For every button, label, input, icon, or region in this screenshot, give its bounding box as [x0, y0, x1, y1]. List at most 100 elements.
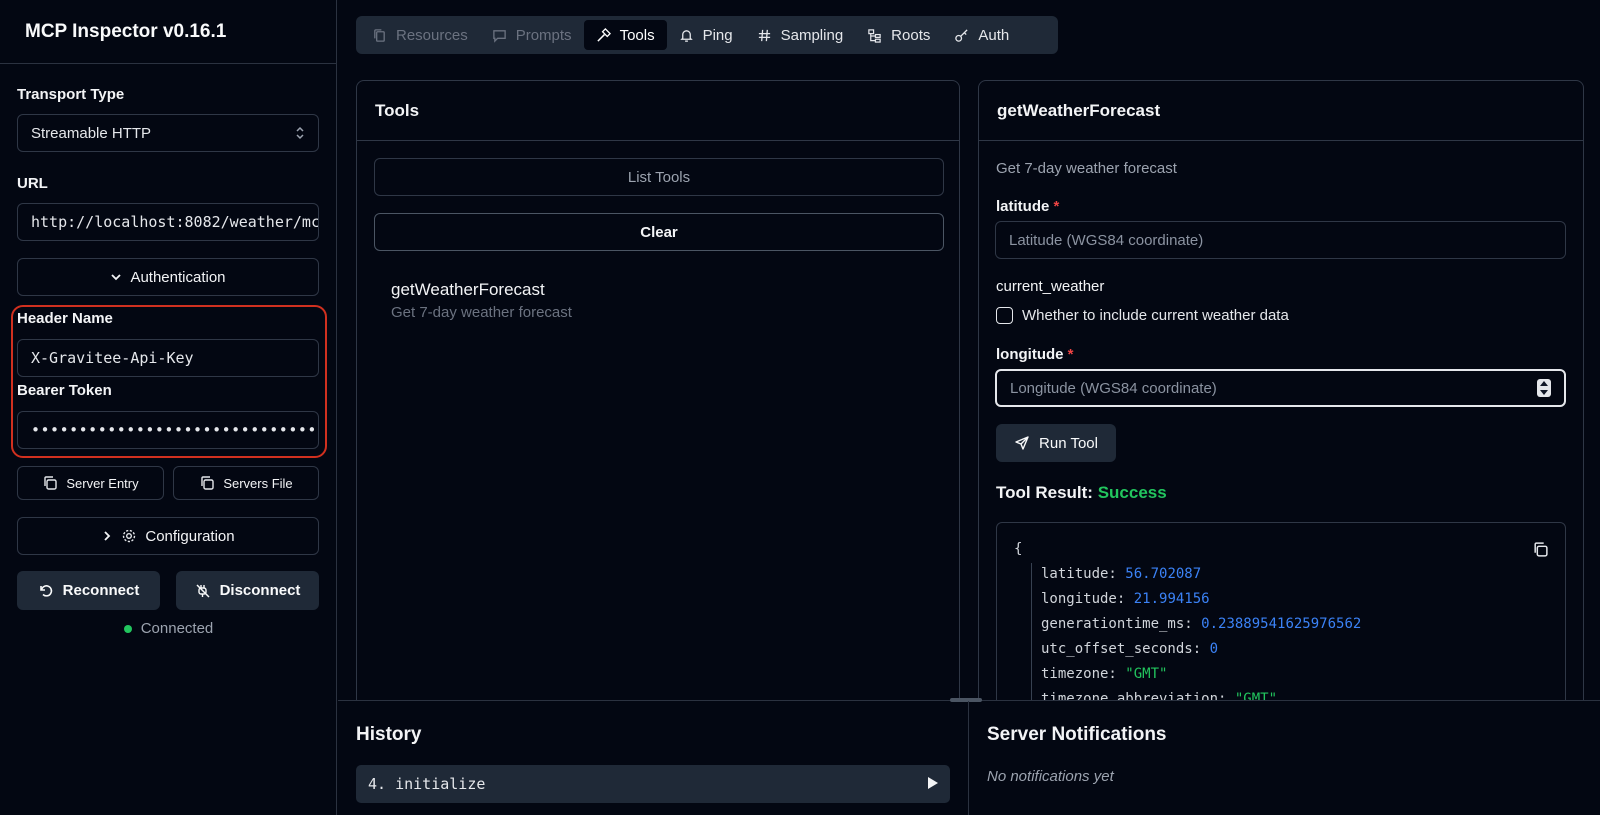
- rotate-ccw-icon: [38, 583, 54, 599]
- unplug-icon: [195, 583, 211, 599]
- transport-type-value: Streamable HTTP: [31, 124, 152, 142]
- latitude-required-mark: *: [1053, 198, 1060, 215]
- files-icon: [372, 28, 387, 43]
- json-line-utc-offset: utc_offset_seconds: 0: [1041, 641, 1218, 657]
- latitude-label: latitude *: [996, 198, 1059, 215]
- clear-label: Clear: [640, 223, 678, 241]
- copy-icon: [42, 475, 58, 491]
- tool-result-heading: Tool Result: Success: [996, 483, 1167, 503]
- notifications-empty-message: No notifications yet: [987, 768, 1114, 785]
- connection-status-label: Connected: [140, 620, 214, 637]
- tool-detail-description: Get 7-day weather forecast: [996, 160, 1177, 177]
- url-label: URL: [17, 175, 48, 192]
- tab-tools-label: Tools: [619, 26, 655, 44]
- key-icon: [954, 28, 969, 43]
- tab-tools[interactable]: Tools: [583, 20, 667, 50]
- list-tools-button[interactable]: List Tools: [374, 158, 944, 196]
- url-input[interactable]: http://localhost:8082/weather/mcp: [17, 203, 319, 241]
- json-key: generationtime_ms:: [1041, 616, 1193, 632]
- run-tool-button[interactable]: Run Tool: [996, 424, 1116, 462]
- tools-panel-title: Tools: [357, 81, 959, 141]
- bottom-panel: History 4. initialize Server Notificatio…: [338, 698, 1600, 815]
- tab-auth[interactable]: Auth: [942, 20, 1021, 50]
- json-key: utc_offset_seconds:: [1041, 641, 1202, 657]
- hammer-icon: [596, 27, 611, 43]
- bearer-token-input[interactable]: ••••••••••••••••••••••••••••••: [17, 411, 319, 449]
- servers-file-label: Servers File: [223, 475, 293, 491]
- longitude-label: longitude *: [996, 346, 1074, 363]
- tab-resources[interactable]: Resources: [360, 20, 480, 50]
- json-value: 0: [1209, 641, 1219, 657]
- header-name-label: Header Name: [17, 310, 113, 327]
- json-value: 0.23889541625976562: [1201, 616, 1362, 632]
- number-spinner-icon[interactable]: [1537, 379, 1551, 397]
- tab-ping[interactable]: Ping: [667, 20, 745, 50]
- tab-roots[interactable]: Roots: [855, 20, 942, 50]
- current-weather-checkbox-label: Whether to include current weather data: [1022, 307, 1289, 324]
- servers-file-button[interactable]: Servers File: [173, 466, 319, 500]
- tab-resources-label: Resources: [396, 26, 468, 44]
- tool-item-name: getWeatherForecast: [391, 280, 545, 299]
- copy-icon[interactable]: [1532, 541, 1549, 562]
- latitude-label-text: latitude: [996, 198, 1050, 215]
- play-icon[interactable]: [927, 776, 938, 793]
- app-title: MCP Inspector v0.16.1: [0, 0, 336, 64]
- configuration-toggle-button[interactable]: Configuration: [17, 517, 319, 555]
- tab-ping-label: Ping: [702, 26, 733, 44]
- copy-icon: [199, 475, 215, 491]
- tab-bar: Resources Prompts Tools Ping Sampling Ro…: [356, 16, 1058, 54]
- disconnect-label: Disconnect: [219, 582, 301, 599]
- status-dot-icon: [123, 624, 132, 633]
- tab-prompts-label: Prompts: [515, 26, 572, 44]
- latitude-input[interactable]: Latitude (WGS84 coordinate): [995, 221, 1566, 259]
- run-tool-label: Run Tool: [1039, 434, 1098, 452]
- bearer-token-value: ••••••••••••••••••••••••••••••: [31, 421, 317, 439]
- json-value: 21.994156: [1133, 591, 1210, 607]
- sidebar: MCP Inspector v0.16.1 Transport Type Str…: [0, 0, 337, 815]
- json-value: "GMT": [1125, 666, 1168, 682]
- clear-button[interactable]: Clear: [374, 213, 944, 251]
- transport-type-select[interactable]: Streamable HTTP: [17, 114, 319, 152]
- authentication-toggle-button[interactable]: Authentication: [17, 258, 319, 296]
- bell-icon: [679, 28, 694, 43]
- json-line-latitude: latitude: 56.702087: [1041, 566, 1201, 582]
- disconnect-button[interactable]: Disconnect: [176, 571, 319, 610]
- server-entry-button[interactable]: Server Entry: [17, 466, 164, 500]
- folder-tree-icon: [867, 28, 882, 43]
- json-key: timezone:: [1041, 666, 1117, 682]
- resize-handle[interactable]: [950, 698, 982, 702]
- tool-result-label: Tool Result:: [996, 483, 1093, 502]
- current-weather-checkbox[interactable]: [996, 307, 1013, 324]
- message-square-icon: [492, 28, 507, 43]
- tool-result-json: { latitude: 56.702087 longitude: 21.9941…: [996, 522, 1566, 712]
- history-title: History: [356, 724, 422, 745]
- configuration-label: Configuration: [145, 527, 235, 545]
- hash-icon: [757, 28, 772, 43]
- reconnect-button[interactable]: Reconnect: [17, 571, 160, 610]
- longitude-input[interactable]: Longitude (WGS84 coordinate): [995, 369, 1566, 407]
- tab-prompts[interactable]: Prompts: [480, 20, 584, 50]
- tab-roots-label: Roots: [891, 26, 931, 44]
- history-item[interactable]: 4. initialize: [356, 765, 950, 803]
- current-weather-label: current_weather: [996, 278, 1105, 295]
- header-name-input[interactable]: X-Gravitee-Api-Key: [17, 339, 319, 377]
- chevron-down-icon: [110, 271, 122, 283]
- json-key: longitude:: [1041, 591, 1126, 607]
- list-tools-label: List Tools: [627, 168, 691, 186]
- longitude-label-text: longitude: [996, 346, 1064, 363]
- header-name-value: X-Gravitee-Api-Key: [31, 349, 194, 367]
- longitude-required-mark: *: [1067, 346, 1074, 363]
- json-line-generationtime: generationtime_ms: 0.23889541625976562: [1041, 616, 1361, 632]
- history-item-label: 4. initialize: [368, 775, 486, 793]
- tab-sampling[interactable]: Sampling: [745, 20, 856, 50]
- tool-result-status: Success: [1097, 483, 1167, 502]
- json-line-timezone: timezone: "GMT": [1041, 666, 1167, 682]
- tools-panel: Tools List Tools Clear getWeatherForecas…: [356, 80, 960, 720]
- json-open-brace: {: [1014, 541, 1023, 557]
- gear-icon: [121, 528, 137, 544]
- send-icon: [1014, 435, 1030, 451]
- connection-status: Connected: [0, 620, 337, 637]
- tool-detail-title: getWeatherForecast: [979, 81, 1583, 141]
- tool-item-description: Get 7-day weather forecast: [391, 304, 572, 321]
- json-indent-guide: [1031, 563, 1032, 711]
